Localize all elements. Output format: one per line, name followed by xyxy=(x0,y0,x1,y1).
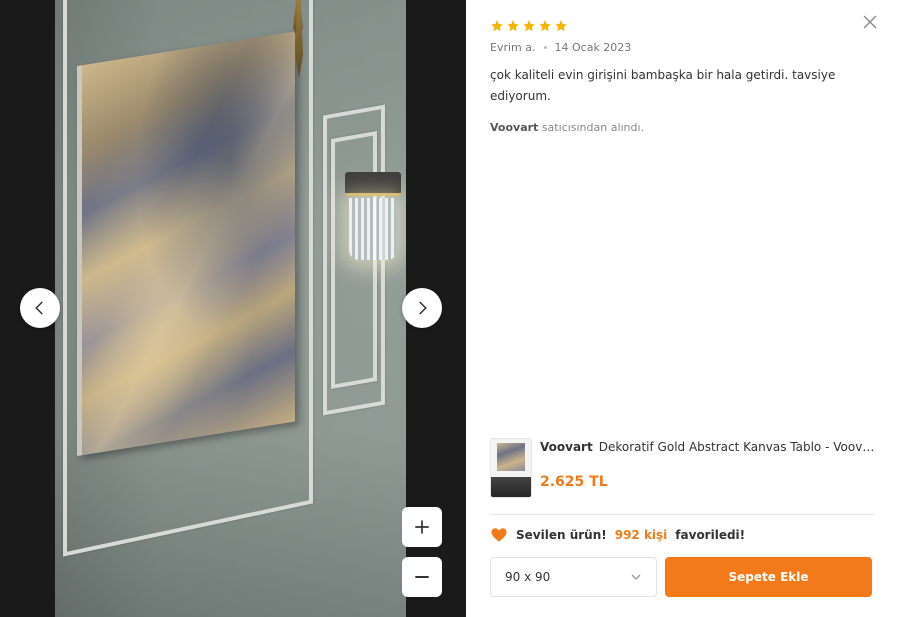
next-image-button[interactable] xyxy=(402,288,442,328)
favorites-info: Sevilen ürün! 992 kişi favoriledi! xyxy=(490,526,745,544)
star-icon xyxy=(555,20,567,32)
wall-lamp xyxy=(345,172,401,264)
add-to-cart-button[interactable]: Sepete Ekle xyxy=(665,557,872,597)
close-icon xyxy=(863,15,877,28)
minus-icon xyxy=(415,576,429,578)
seller-suffix: satıcısından alındı. xyxy=(541,121,645,134)
favorites-count: 992 kişi xyxy=(614,528,668,542)
favorites-suffix: favoriledi! xyxy=(675,528,746,542)
product-brand: Voovart xyxy=(540,440,593,454)
star-icon xyxy=(523,20,535,32)
star-icon xyxy=(539,20,551,32)
zoom-in-button[interactable] xyxy=(402,507,442,547)
review-meta: Evrim a. 14 Ocak 2023 xyxy=(490,41,631,54)
star-icon xyxy=(491,20,503,32)
review-panel: Evrim a. 14 Ocak 2023 çok kaliteli evin … xyxy=(466,0,897,617)
canvas-painting xyxy=(77,31,295,456)
favorites-label: Sevilen ürün! xyxy=(516,528,607,542)
review-rating xyxy=(490,19,568,33)
review-date: 14 Ocak 2023 xyxy=(554,41,632,54)
close-button[interactable] xyxy=(859,12,881,34)
product-title[interactable]: Voovart Dekoratif Gold Abstract Kanvas Ta… xyxy=(540,440,880,454)
product-card[interactable]: Voovart Dekoratif Gold Abstract Kanvas Ta… xyxy=(490,438,880,498)
product-name: Dekoratif Gold Abstract Kanvas Tablo - V… xyxy=(598,440,880,454)
divider xyxy=(490,514,874,515)
review-image-modal: Evrim a. 14 Ocak 2023 çok kaliteli evin … xyxy=(0,0,897,617)
zoom-out-button[interactable] xyxy=(402,557,442,597)
review-text: çok kaliteli evin girişini bambaşka bir … xyxy=(490,68,836,103)
review-author: Evrim a. xyxy=(490,41,536,54)
product-thumbnail[interactable] xyxy=(490,438,532,498)
chevron-right-icon xyxy=(419,301,427,315)
heart-icon xyxy=(491,528,507,542)
seller-name: Voovart xyxy=(490,121,539,134)
chevron-down-icon xyxy=(631,574,641,580)
product-price: 2.625 TL xyxy=(540,474,608,490)
previous-image-button[interactable] xyxy=(20,288,60,328)
seller-info: Voovart satıcısından alındı. xyxy=(490,121,644,134)
size-selected-value: 90 x 90 xyxy=(505,570,551,584)
plus-icon xyxy=(415,520,429,534)
size-select[interactable]: 90 x 90 xyxy=(490,557,657,597)
star-icon xyxy=(507,20,519,32)
review-photo xyxy=(55,0,406,617)
chevron-left-icon xyxy=(35,301,43,315)
separator-dot xyxy=(543,46,547,49)
image-viewer xyxy=(0,0,466,617)
